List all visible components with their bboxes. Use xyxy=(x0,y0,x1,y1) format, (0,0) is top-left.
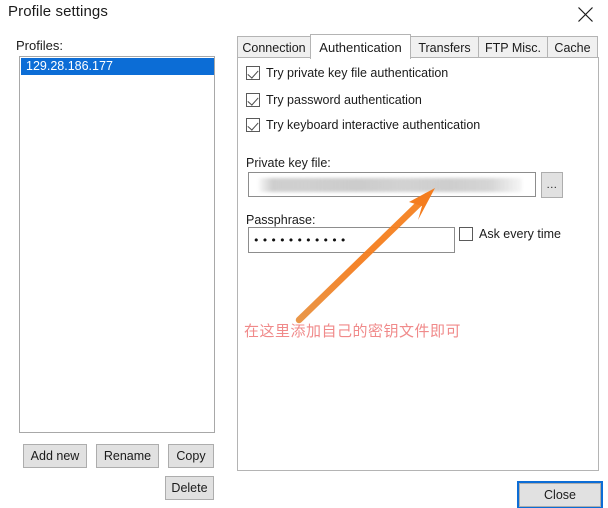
passphrase-masked-value: ••••••••••• xyxy=(253,233,349,247)
browse-private-key-button[interactable]: ... xyxy=(541,172,563,198)
private-key-file-label: Private key file: xyxy=(246,156,331,170)
tab-transfers[interactable]: Transfers xyxy=(410,36,479,58)
checkbox-box-icon xyxy=(246,66,260,80)
tab-authentication[interactable]: Authentication xyxy=(310,34,411,59)
checkbox-box-icon xyxy=(246,93,260,107)
annotation-text: 在这里添加自己的密钥文件即可 xyxy=(244,322,462,340)
tab-cache[interactable]: Cache xyxy=(547,36,598,58)
checkbox-label: Ask every time xyxy=(479,227,561,241)
passphrase-label: Passphrase: xyxy=(246,213,316,227)
add-new-button[interactable]: Add new xyxy=(23,444,87,468)
tab-strip: Connection Transfers FTP Misc. Cache Aut… xyxy=(237,34,599,59)
copy-button[interactable]: Copy xyxy=(168,444,214,468)
checkbox-ask-every-time[interactable]: Ask every time xyxy=(459,227,561,241)
window-title: Profile settings xyxy=(8,3,108,20)
title-bar: Profile settings xyxy=(0,0,608,28)
tab-ftp-misc[interactable]: FTP Misc. xyxy=(478,36,548,58)
profiles-listbox[interactable]: 129.28.186.177 xyxy=(19,56,215,433)
rename-button[interactable]: Rename xyxy=(96,444,159,468)
checkbox-box-icon xyxy=(459,227,473,241)
profiles-label: Profiles: xyxy=(16,38,63,53)
passphrase-input[interactable]: ••••••••••• xyxy=(248,227,455,253)
private-key-file-input[interactable] xyxy=(248,172,536,197)
checkbox-try-private-key-file[interactable]: Try private key file authentication xyxy=(246,66,448,80)
checkbox-box-icon xyxy=(246,118,260,132)
checkbox-label: Try keyboard interactive authentication xyxy=(266,118,481,132)
checkbox-label: Try password authentication xyxy=(266,93,422,107)
list-item[interactable]: 129.28.186.177 xyxy=(21,58,214,75)
profile-settings-dialog: Profile settings Profiles: 129.28.186.17… xyxy=(0,0,608,508)
checkbox-label: Try private key file authentication xyxy=(266,66,449,80)
redacted-path-overlay xyxy=(259,178,522,192)
checkbox-try-password[interactable]: Try password authentication xyxy=(246,93,422,107)
delete-button[interactable]: Delete xyxy=(165,476,214,500)
checkbox-try-keyboard-interactive[interactable]: Try keyboard interactive authentication xyxy=(246,118,480,132)
tab-connection[interactable]: Connection xyxy=(237,36,311,58)
close-button[interactable]: Close xyxy=(517,481,603,508)
close-x-icon[interactable] xyxy=(562,0,608,28)
